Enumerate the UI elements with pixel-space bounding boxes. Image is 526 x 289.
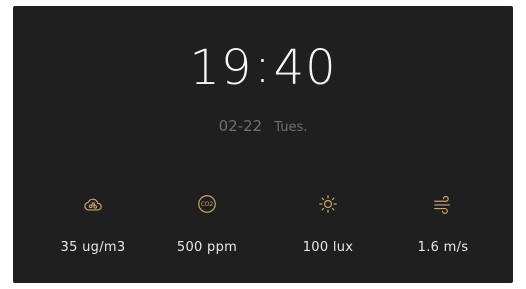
sensor-light: 100 lux: [273, 193, 383, 255]
light-value: 100 lux: [302, 240, 354, 255]
weekday-text: Tues.: [274, 120, 308, 135]
sensor-air-quality: 35 ug/m3: [38, 193, 148, 255]
sun-icon: [319, 195, 337, 213]
co2-value: 500 ppm: [176, 240, 238, 255]
display-screen: 19:40 02-22 Tues. 35 ug/m3 CO2 500 ppm 1…: [13, 6, 513, 283]
co2-icon-label: CO2: [201, 202, 214, 208]
clock-hours: 19: [189, 40, 253, 96]
clock-separator: :: [254, 38, 272, 94]
wind-value: 1.6 m/s: [417, 240, 469, 255]
date-text: 02-22: [218, 117, 263, 135]
wind-icon: [434, 195, 451, 214]
clock-minutes: 40: [273, 40, 337, 96]
co2-icon: CO2: [198, 195, 216, 213]
air-quality-value: 35 ug/m3: [60, 240, 126, 255]
date-row: 02-22 Tues.: [13, 117, 513, 135]
clock-time: 19:40: [13, 42, 513, 92]
sensor-co2: CO2 500 ppm: [152, 193, 262, 255]
cloud-particles-icon: [84, 198, 102, 211]
sensor-wind: 1.6 m/s: [388, 193, 498, 255]
